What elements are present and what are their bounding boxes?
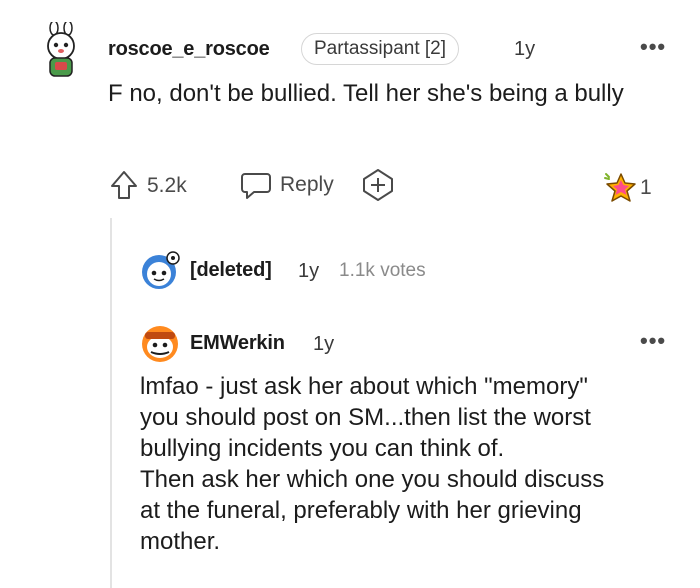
vote-count: 1.1k votes — [339, 260, 426, 281]
comment-body-line: Then ask her which one you should discus… — [140, 466, 605, 493]
user-avatar-icon[interactable] — [40, 22, 82, 82]
comment-username[interactable]: EMWerkin — [190, 332, 285, 355]
reply-label: Reply — [280, 173, 334, 196]
comment-body-line: bullying incidents you can think of. — [140, 435, 505, 462]
more-options-button[interactable]: ••• — [640, 34, 666, 60]
reply-bubble-icon — [241, 173, 271, 199]
deleted-user-avatar-icon — [142, 251, 180, 289]
comment-age: 1y — [298, 260, 320, 282]
upvote-icon[interactable] — [109, 169, 139, 201]
user-flair: Partassipant [2] — [301, 33, 460, 65]
comment-body-line: at the funeral, preferably with her grie… — [140, 497, 582, 524]
comment-username: [deleted] — [190, 259, 272, 281]
thread-line[interactable] — [110, 218, 112, 588]
comment-age: 1y — [313, 333, 335, 355]
comment-body-line: lmfao - just ask her about which "memory… — [140, 373, 588, 400]
award-star-icon[interactable] — [603, 172, 637, 204]
reply-button[interactable]: Reply — [240, 168, 340, 202]
user-avatar-icon[interactable] — [139, 322, 183, 364]
more-options-button[interactable]: ••• — [640, 328, 666, 354]
comment-body: F no, don't be bullied. Tell her she's b… — [108, 80, 624, 107]
comment-age: 1y — [514, 38, 536, 60]
comment-body: lmfao - just ask her about which "memory… — [140, 371, 685, 557]
award-count: 1 — [640, 176, 652, 199]
upvote-count: 5.2k — [147, 174, 187, 197]
comment-body-line: you should post on SM...then list the wo… — [140, 404, 591, 431]
comment-username[interactable]: roscoe_e_roscoe — [108, 38, 270, 61]
comment-body-line: mother. — [140, 528, 221, 555]
award-add-icon[interactable] — [361, 168, 395, 202]
